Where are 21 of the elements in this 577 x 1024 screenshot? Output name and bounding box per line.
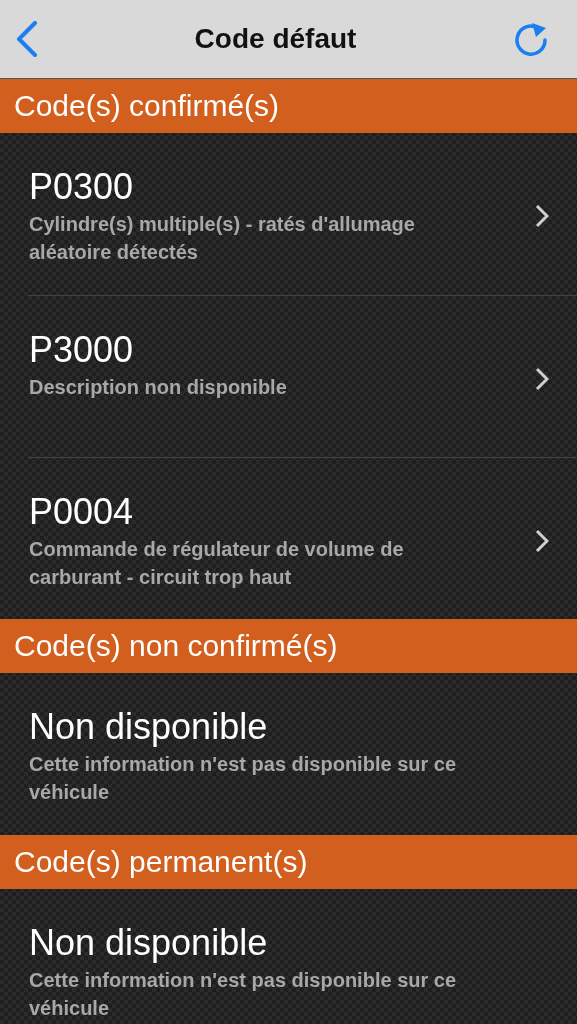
code-description: Commande de régulateur de volume de carburant - circuit trop haut <box>29 537 405 590</box>
status-text: Non disponible <box>29 922 269 964</box>
section-header: Code(s) non confirmé(s) <box>0 619 577 673</box>
fault-code: P3000 <box>29 329 135 371</box>
section-header: Code(s) permanent(s) <box>0 835 577 889</box>
fault-code: P0004 <box>29 491 135 533</box>
status-text: Non disponible <box>29 706 269 748</box>
code-row[interactable]: P0300 Cylindre(s) multiple(s) - ratés d'allumage aléatoire détectés <box>0 133 577 295</box>
section-header: Code(s) confirmé(s) <box>0 79 577 133</box>
code-description: Description non disponible <box>29 375 288 400</box>
code-row[interactable]: P3000 Description non disponible <box>28 295 577 457</box>
screen-title: Code défaut <box>194 23 357 55</box>
fault-code: P0300 <box>29 166 135 208</box>
refresh-icon[interactable] <box>513 21 549 57</box>
code-description: Cylindre(s) multiple(s) - ratés d'allumage aléatoire détectés <box>29 212 416 265</box>
chevron-right-icon <box>535 367 549 391</box>
code-description: Cette information n'est pas disponible sur ce véhicule <box>29 968 458 1021</box>
code-description: Cette information n'est pas disponible sur ce véhicule <box>29 752 458 805</box>
back-icon[interactable] <box>16 21 38 57</box>
chevron-right-icon <box>535 529 549 553</box>
chevron-right-icon <box>535 204 549 228</box>
